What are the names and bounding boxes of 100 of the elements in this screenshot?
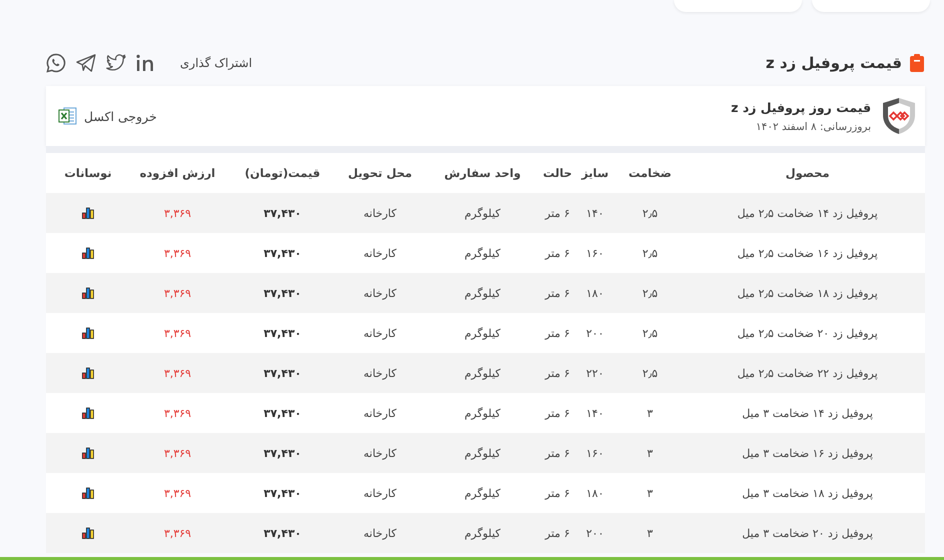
table-cell-text: ۶ متر	[544, 406, 571, 420]
column-header: واحد سفارش	[443, 166, 522, 180]
table-cell-text: ۶ متر	[544, 366, 571, 380]
table-cell-text: ۳۷,۴۳۰	[262, 326, 302, 340]
table-cell-text: ۳,۳۶۹	[162, 446, 192, 460]
table-cell-text: پروفیل زد ۱۸ ضخامت ۳ میل	[741, 486, 874, 500]
update-date: بروزرسانی: ۸ اسفند ۱۴۰۲	[754, 120, 871, 132]
table-cell-text: ۲٫۵	[641, 366, 659, 380]
send-icon[interactable]	[76, 54, 96, 72]
table-cell-text: ۳,۳۶۹	[162, 206, 192, 220]
table-cell-text: پروفیل زد ۲۲ ضخامت ۲٫۵ میل	[736, 366, 879, 380]
share-label: اشتراک گذاری	[180, 56, 252, 70]
table-cell-text: کارخانه	[362, 326, 398, 340]
excel-icon	[58, 106, 78, 126]
table-cell-text: ۳۷,۴۳۰	[262, 366, 302, 380]
table-cell-text: ۲٫۵	[641, 246, 659, 260]
table-cell-text: پروفیل زد ۱۴ ضخامت ۳ میل	[741, 406, 874, 420]
column-header: ضخامت	[628, 166, 673, 180]
table-cell-text: ۶ متر	[544, 446, 571, 460]
table-cell-text: ۳	[646, 446, 654, 460]
table-cell-text: پروفیل زد ۲۰ ضخامت ۲٫۵ میل	[736, 326, 879, 340]
table-cell-text: کارخانه	[362, 246, 398, 260]
table-cell-text: کیلوگرم	[464, 246, 502, 260]
table-cell-text: ۳,۳۶۹	[162, 486, 192, 500]
table-cell-text: کیلوگرم	[464, 206, 502, 220]
table-cell-text: ۳,۳۶۹	[162, 526, 192, 540]
bar-chart-icon[interactable]	[82, 527, 94, 539]
table-cell-text: ۳,۳۶۹	[162, 406, 192, 420]
table-cell-text: کارخانه	[362, 446, 398, 460]
table-cell-text: ۳,۳۶۹	[162, 286, 192, 300]
table-cell-text: کیلوگرم	[464, 446, 502, 460]
panel-title: قیمت روز پروفیل زد z	[730, 100, 871, 114]
table-cell-text: ۳	[646, 406, 654, 420]
table-cell-text: ۶ متر	[544, 486, 571, 500]
table-cell-text: پروفیل زد ۱۴ ضخامت ۲٫۵ میل	[736, 206, 879, 220]
column-header: قیمت(تومان)	[244, 166, 322, 180]
bar-chart-icon[interactable]	[82, 327, 94, 339]
table-cell-text: ۲٫۵	[641, 286, 659, 300]
table-cell-text: کارخانه	[362, 526, 398, 540]
table-cell-text: پروفیل زد ۱۶ ضخامت ۳ میل	[741, 446, 874, 460]
table-cell-text: ۶ متر	[544, 246, 571, 260]
column-header: محصول	[784, 166, 830, 180]
column-header: حالت	[542, 166, 574, 180]
page-title: قیمت پروفیل زد z	[766, 54, 902, 72]
table-cell-text: ۳۷,۴۳۰	[262, 406, 302, 420]
table-cell-text: ۱۶۰	[585, 446, 605, 460]
table-cell-text: ۶ متر	[544, 206, 571, 220]
table-cell-text: ۳۷,۴۳۰	[262, 246, 302, 260]
bar-chart-icon[interactable]	[82, 407, 94, 419]
table-cell-text: کارخانه	[362, 206, 398, 220]
clipboard-icon	[910, 54, 924, 72]
table-cell-text: ۳۷,۴۳۰	[262, 526, 302, 540]
table-cell-text: ۳۷,۴۳۰	[262, 286, 302, 300]
whatsapp-icon[interactable]	[46, 53, 66, 73]
table-cell-text: پروفیل زد ۱۶ ضخامت ۲٫۵ میل	[736, 246, 879, 260]
table-cell-text: کارخانه	[362, 286, 398, 300]
column-header: محل تحویل	[346, 166, 414, 180]
table-cell-text: ۶ متر	[544, 286, 571, 300]
table-cell-text: پروفیل زد ۲۰ ضخامت ۳ میل	[741, 526, 874, 540]
table-cell-text: ۱۴۰	[585, 406, 605, 420]
column-header: سایز	[580, 166, 610, 180]
table-cell-text: ۱۴۰	[585, 206, 605, 220]
table-cell-text: ۱۶۰	[585, 246, 605, 260]
twitter-icon[interactable]	[106, 54, 126, 72]
table-cell-text: ۳۷,۴۳۰	[262, 486, 302, 500]
bar-chart-icon[interactable]	[82, 487, 94, 499]
table-cell-text: کیلوگرم	[464, 366, 502, 380]
table-cell-text: کیلوگرم	[464, 286, 502, 300]
table-cell-text: پروفیل زد ۱۸ ضخامت ۲٫۵ میل	[736, 286, 879, 300]
table-cell-text: ۲۰۰	[585, 326, 605, 340]
table-cell-text: ۲٫۵	[641, 326, 659, 340]
table-cell-text: کیلوگرم	[464, 326, 502, 340]
column-header: ارزش افزوده	[138, 166, 216, 180]
excel-export-button[interactable]: خروجی اکسل	[56, 104, 159, 128]
table-cell-text: ۳۷,۴۳۰	[262, 446, 302, 460]
table-cell-text: کیلوگرم	[464, 486, 502, 500]
table-cell-text: ۳,۳۶۹	[162, 246, 192, 260]
table-cell-text: کیلوگرم	[464, 526, 502, 540]
table-cell-text: ۳	[646, 526, 654, 540]
table-cell-text: ۶ متر	[544, 326, 571, 340]
column-header: نوسانات	[63, 166, 113, 180]
bar-chart-icon[interactable]	[82, 207, 94, 219]
table-cell-text: ۳۷,۴۳۰	[262, 206, 302, 220]
table-cell-text: کارخانه	[362, 366, 398, 380]
table-cell-text: ۲٫۵	[641, 206, 659, 220]
table-cell-text: ۳,۳۶۹	[162, 326, 192, 340]
linkedin-icon[interactable]	[136, 54, 156, 72]
table-cell-text: ۲۲۰	[585, 366, 605, 380]
bar-chart-icon[interactable]	[82, 447, 94, 459]
table-cell-text: کارخانه	[362, 406, 398, 420]
table-cell-text: ۱۸۰	[585, 486, 605, 500]
bar-chart-icon[interactable]	[82, 287, 94, 299]
table-cell-text: ۳	[646, 486, 654, 500]
table-cell-text: ۶ متر	[544, 526, 571, 540]
table-cell-text: ۳,۳۶۹	[162, 366, 192, 380]
table-cell-text: ۱۸۰	[585, 286, 605, 300]
bar-chart-icon[interactable]	[82, 247, 94, 259]
table-cell-text: کارخانه	[362, 486, 398, 500]
table-cell-text: ۲۰۰	[585, 526, 605, 540]
bar-chart-icon[interactable]	[82, 367, 94, 379]
